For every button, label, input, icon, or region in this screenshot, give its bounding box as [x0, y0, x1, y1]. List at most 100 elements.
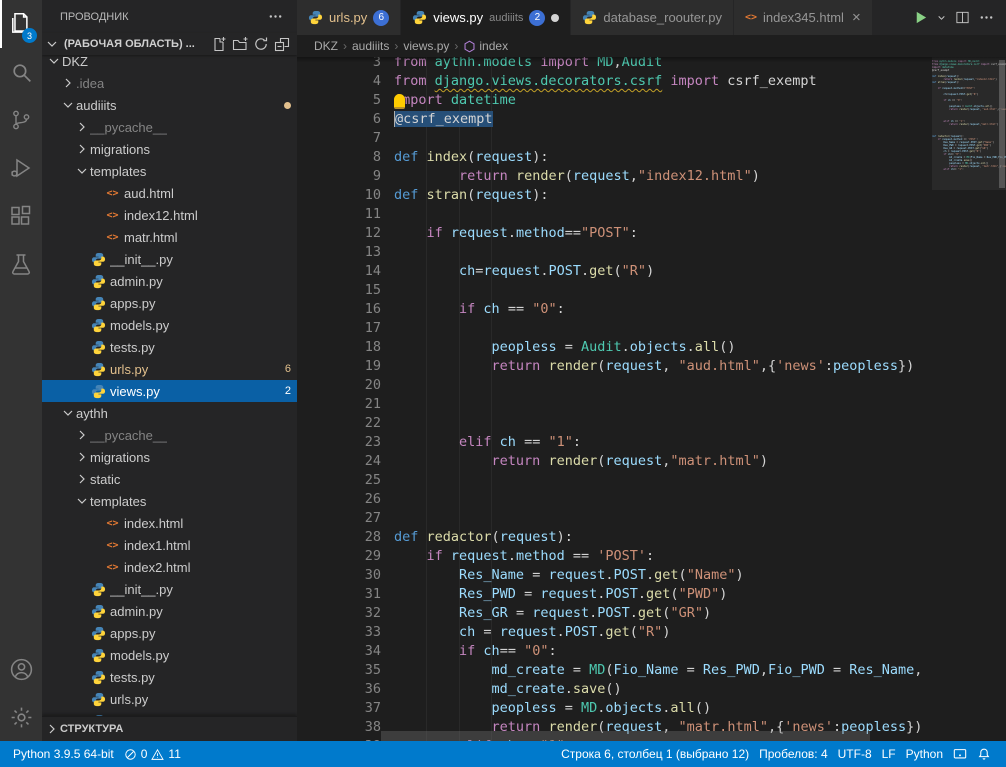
code-line-36[interactable]: 36 md_create.save() [297, 680, 932, 699]
cursor-position-status[interactable]: Строка 6, столбец 1 (выбрано 12) [556, 747, 754, 761]
tree-item-views.py[interactable]: views.py2 [42, 380, 297, 402]
minimap[interactable]: from aythh.models import MD,Auditfrom dj… [932, 57, 1006, 741]
problems-status[interactable]: 0 11 [119, 741, 186, 767]
tree-item-static[interactable]: static [42, 468, 297, 490]
tree-item-admin.py[interactable]: admin.py [42, 600, 297, 622]
code-line-16[interactable]: 16 if ch == "0": [297, 300, 932, 319]
code-line-13[interactable]: 13 [297, 243, 932, 262]
tab-index345.html[interactable]: <>index345.html× [734, 0, 873, 35]
tree-item-urls.py[interactable]: urls.py [42, 688, 297, 710]
code-line-32[interactable]: 32 Res_GR = request.POST.get("GR") [297, 604, 932, 623]
refresh-icon[interactable] [251, 35, 270, 54]
notifications-status[interactable] [972, 747, 996, 761]
encoding-status[interactable]: UTF-8 [833, 747, 877, 761]
tree-item-audiiits[interactable]: audiiits [42, 94, 297, 116]
tree-item-admin.py[interactable]: admin.py [42, 270, 297, 292]
tree-item-index12.html[interactable]: <>index12.html [42, 204, 297, 226]
code-editor[interactable]: 3from aythh.models import MD,Audit4from … [297, 57, 1006, 741]
tree-item-apps.py[interactable]: apps.py [42, 292, 297, 314]
tree-item-urls.py[interactable]: urls.py6 [42, 358, 297, 380]
activity-settings[interactable] [0, 693, 42, 741]
run-dropdown-chevron-icon[interactable] [937, 13, 946, 22]
code-line-12[interactable]: 12 if request.method=="POST": [297, 224, 932, 243]
code-line-7[interactable]: 7 [297, 129, 932, 148]
new-file-icon[interactable] [209, 35, 228, 54]
tree-item-__pycache__[interactable]: __pycache__ [42, 116, 297, 138]
screencast-status[interactable] [948, 747, 972, 761]
code-line-24[interactable]: 24 return render(request,"matr.html") [297, 452, 932, 471]
code-line-11[interactable]: 11 [297, 205, 932, 224]
split-editor-icon[interactable] [955, 10, 970, 25]
tree-item-tests.py[interactable]: tests.py [42, 666, 297, 688]
run-python-file-button[interactable] [913, 10, 928, 25]
activity-run-debug[interactable] [0, 144, 42, 192]
code-line-9[interactable]: 9 return render(request,"index12.html") [297, 167, 932, 186]
tree-item-migrations[interactable]: migrations [42, 138, 297, 160]
code-line-21[interactable]: 21 [297, 395, 932, 414]
code-line-5[interactable]: 5import datetime [297, 91, 932, 110]
views-more-actions-icon[interactable] [268, 9, 283, 24]
tree-item-models.py[interactable]: models.py [42, 644, 297, 666]
tree-item-aud.html[interactable]: <>aud.html [42, 182, 297, 204]
tree-item-apps.py[interactable]: apps.py [42, 622, 297, 644]
code-line-4[interactable]: 4from django.views.decorators.csrf impor… [297, 72, 932, 91]
code-line-27[interactable]: 27 [297, 509, 932, 528]
tree-item-models.py[interactable]: models.py [42, 314, 297, 336]
tree-item-__pycache__[interactable]: __pycache__ [42, 424, 297, 446]
activity-explorer[interactable]: 3 [0, 0, 42, 48]
close-icon[interactable]: × [852, 10, 861, 25]
indentation-status[interactable]: Пробелов: 4 [754, 747, 833, 761]
code-line-37[interactable]: 37 peopless = MD.objects.all() [297, 699, 932, 718]
tab-views.py[interactable]: views.pyaudiiits2 [401, 0, 571, 35]
language-mode-status[interactable]: Python [901, 747, 948, 761]
activity-extensions[interactable] [0, 192, 42, 240]
tree-item-index2.html[interactable]: <>index2.html [42, 556, 297, 578]
code-line-3[interactable]: 3from aythh.models import MD,Audit [297, 57, 932, 72]
code-line-18[interactable]: 18 peopless = Audit.objects.all() [297, 338, 932, 357]
tree-item-__init__.py[interactable]: __init__.py [42, 248, 297, 270]
code-line-29[interactable]: 29 if request.method == 'POST': [297, 547, 932, 566]
code-line-31[interactable]: 31 Res_PWD = request.POST.get("PWD") [297, 585, 932, 604]
code-line-8[interactable]: 8def index(request): [297, 148, 932, 167]
horizontal-scrollbar[interactable] [381, 731, 924, 741]
tree-item-.idea[interactable]: .idea [42, 72, 297, 94]
code-line-14[interactable]: 14 ch=request.POST.get("R") [297, 262, 932, 281]
tree-item-templates[interactable]: templates [42, 490, 297, 512]
workspace-section-header[interactable]: (РАБОЧАЯ ОБЛАСТЬ) ... [42, 33, 297, 55]
code-line-33[interactable]: 33 ch = request.POST.get("R") [297, 623, 932, 642]
code-line-20[interactable]: 20 [297, 376, 932, 395]
tree-item-__init__.py[interactable]: __init__.py [42, 578, 297, 600]
tree-item-index.html[interactable]: <>index.html [42, 512, 297, 534]
tree-item-tests.py[interactable]: tests.py [42, 336, 297, 358]
eol-status[interactable]: LF [877, 747, 901, 761]
code-line-19[interactable]: 19 return render(request, "aud.html",{'n… [297, 357, 932, 376]
tree-item-migrations[interactable]: migrations [42, 446, 297, 468]
activity-accounts[interactable] [0, 645, 42, 693]
breadcrumb-item-views.py[interactable]: views.py [403, 39, 449, 53]
code-line-23[interactable]: 23 elif ch == "1": [297, 433, 932, 452]
new-folder-icon[interactable] [230, 35, 249, 54]
activity-search[interactable] [0, 48, 42, 96]
horizontal-scrollbar-thumb[interactable] [381, 731, 870, 741]
activity-testing[interactable] [0, 240, 42, 288]
code-line-30[interactable]: 30 Res_Name = request.POST.get("Name") [297, 566, 932, 585]
code-line-10[interactable]: 10def stran(request): [297, 186, 932, 205]
more-actions-icon[interactable] [979, 10, 994, 25]
tree-item-matr.html[interactable]: <>matr.html [42, 226, 297, 248]
lightbulb-icon[interactable] [394, 94, 405, 109]
vertical-scrollbar-thumb[interactable] [999, 60, 1005, 188]
minimap-slider[interactable] [932, 57, 1006, 190]
tab-database_roouter.py[interactable]: database_roouter.py [571, 0, 734, 35]
collapse-all-icon[interactable] [272, 35, 291, 54]
tree-item-templates[interactable]: templates [42, 160, 297, 182]
tree-item-index1.html[interactable]: <>index1.html [42, 534, 297, 556]
code-line-22[interactable]: 22 [297, 414, 932, 433]
code-line-15[interactable]: 15 [297, 281, 932, 300]
code-line-34[interactable]: 34 if ch== "0": [297, 642, 932, 661]
code-line-17[interactable]: 17 [297, 319, 932, 338]
breadcrumb-item-audiiits[interactable]: audiiits [352, 39, 389, 53]
code-pane[interactable]: 3from aythh.models import MD,Audit4from … [297, 57, 932, 741]
code-line-35[interactable]: 35 md_create = MD(Fio_Name = Res_PWD,Fio… [297, 661, 932, 680]
tab-urls.py[interactable]: urls.py6 [297, 0, 401, 35]
tree-item-aythh[interactable]: aythh [42, 402, 297, 424]
